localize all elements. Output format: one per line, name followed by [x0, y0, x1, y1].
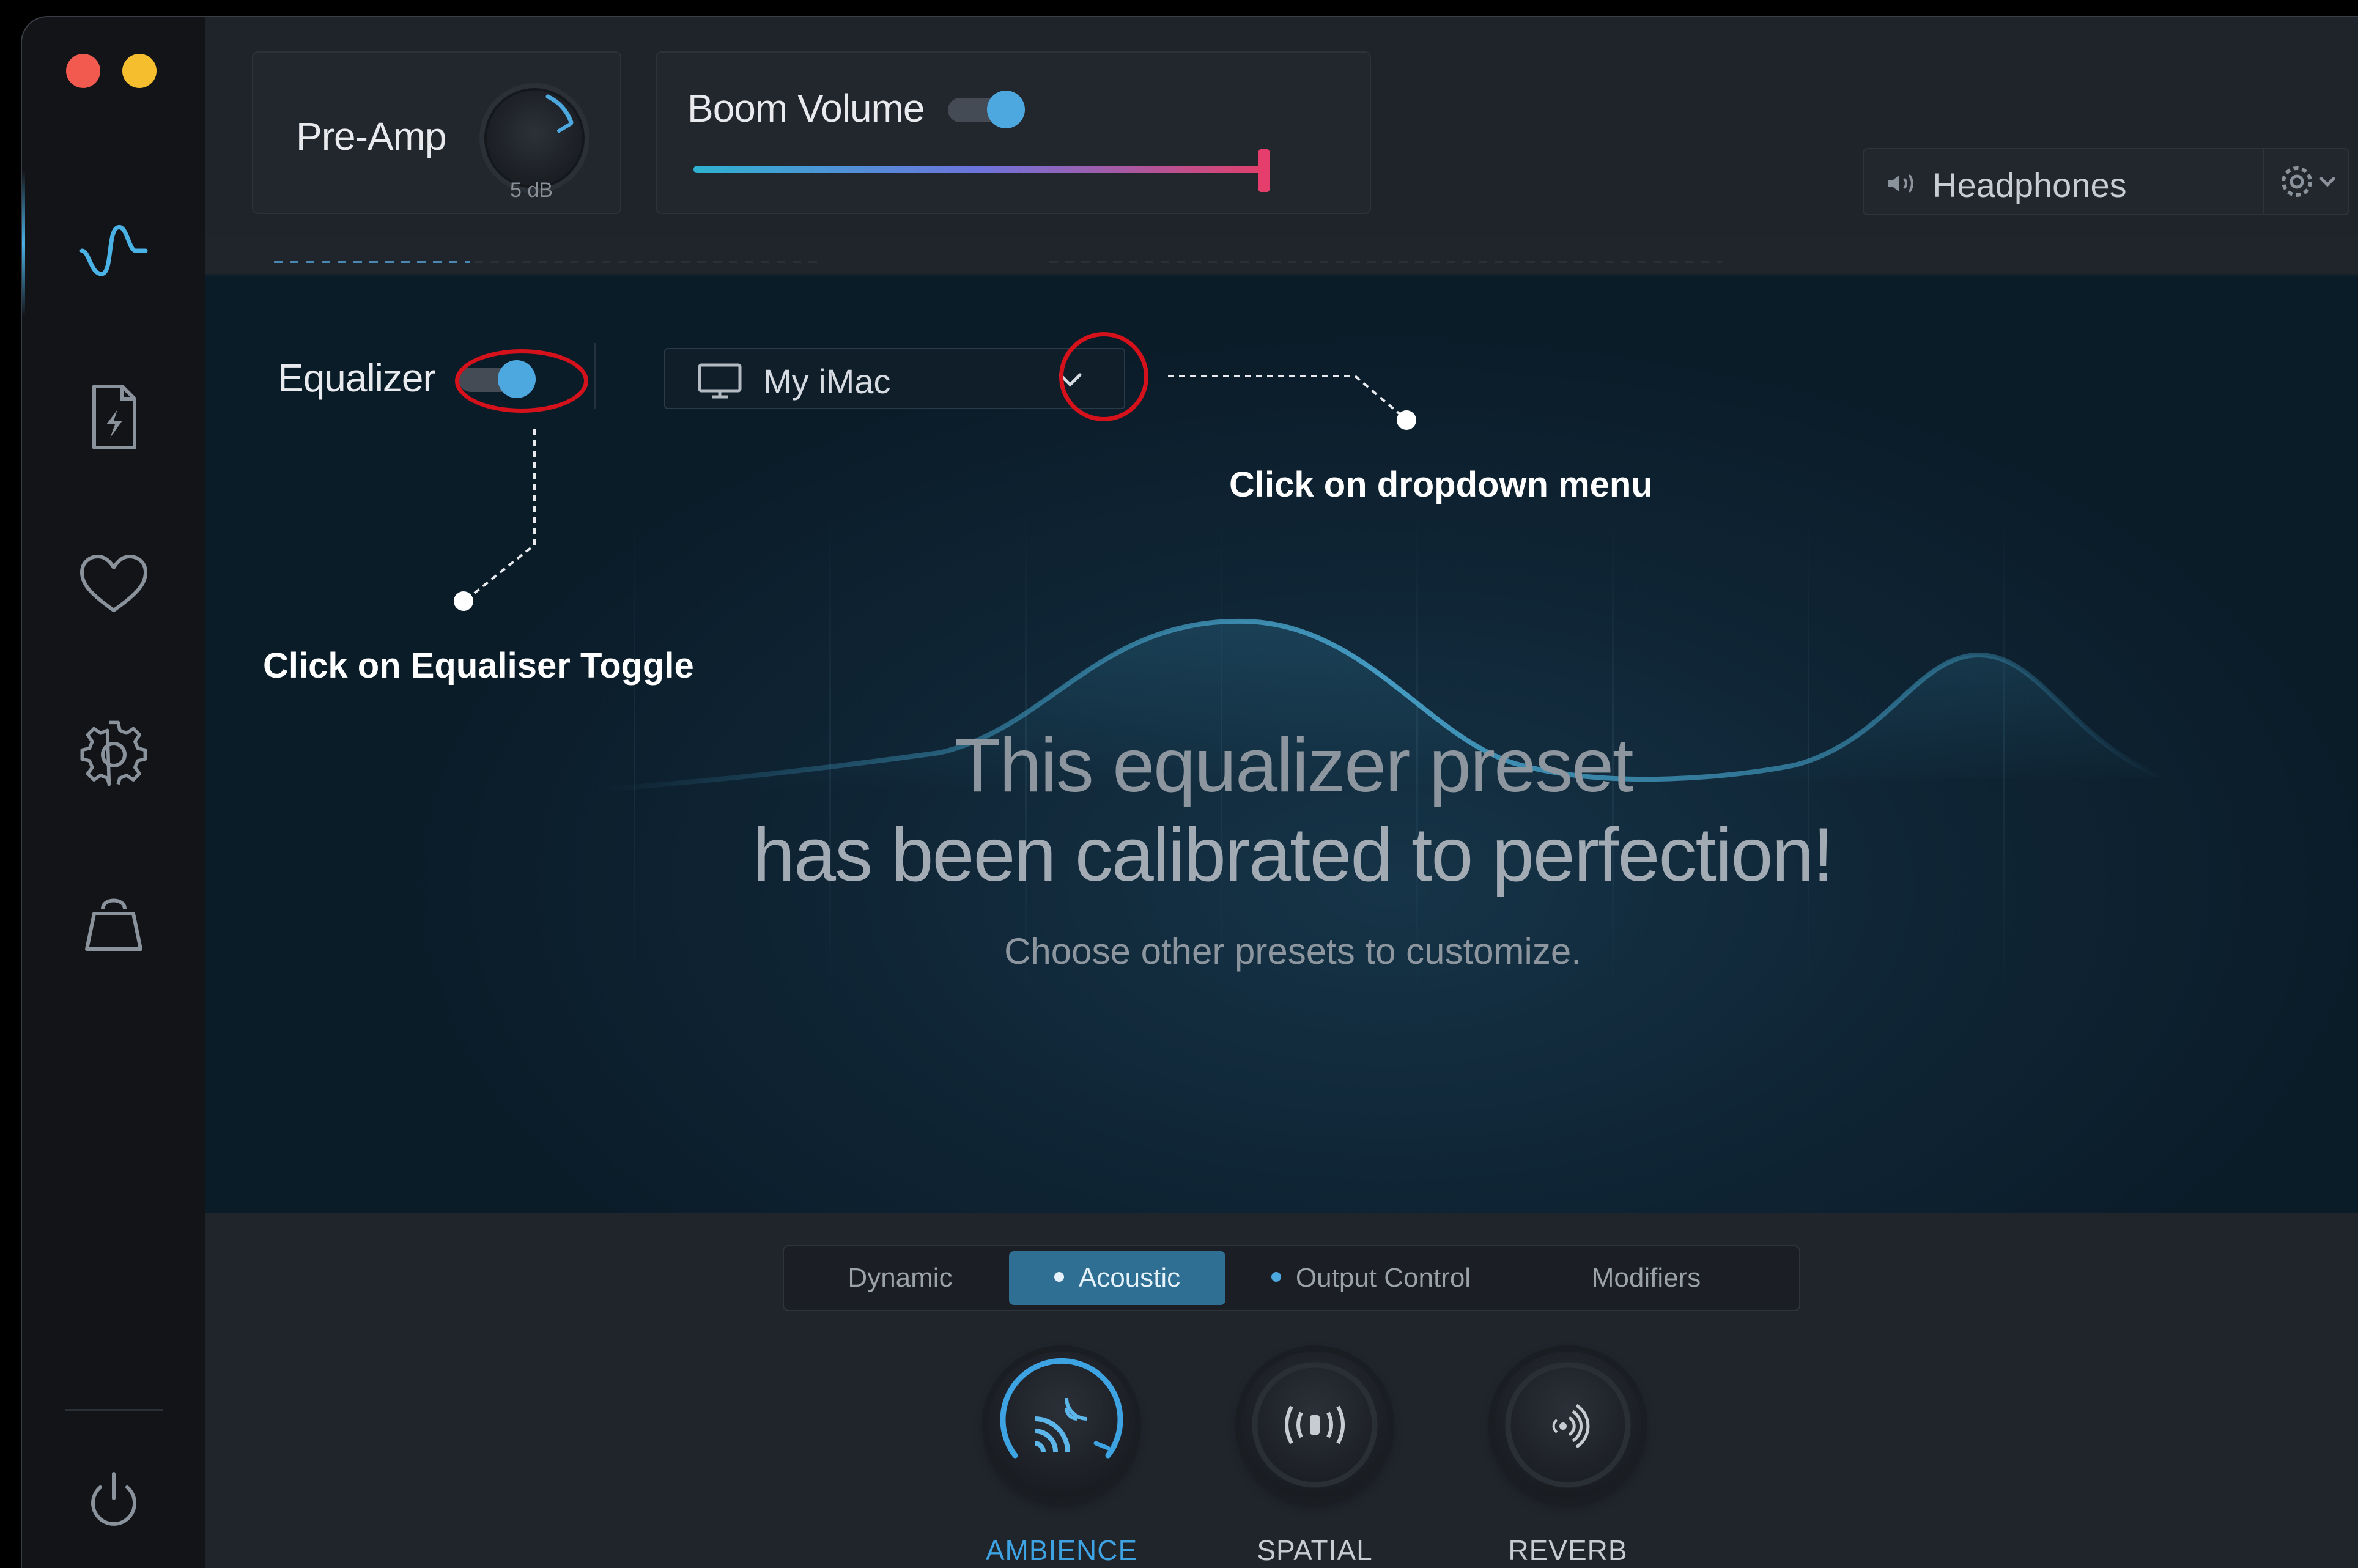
toggle-highlight [455, 349, 588, 413]
tab-indicator-faint [475, 261, 817, 263]
shopping-bag-icon [85, 898, 142, 951]
tab-acoustic[interactable]: Acoustic [1009, 1251, 1225, 1305]
spatial-label: SPATIAL [1257, 1534, 1373, 1566]
preset-message-line2: has been calibrated to perfection! [753, 813, 1834, 897]
monitor-icon [698, 363, 742, 399]
sidebar-item-favorites[interactable] [71, 543, 157, 629]
tab-output-control[interactable]: Output Control [1243, 1251, 1499, 1305]
boom-volume-label: Boom Volume [687, 86, 925, 130]
reverb-icon [1505, 1362, 1631, 1488]
boom-app-window: Pre-Amp 5 dB Boom Volume Headphones Equa… [21, 16, 2358, 1568]
sidebar [22, 17, 205, 1568]
boom-volume-slider[interactable] [693, 166, 1262, 173]
heart-icon [80, 555, 147, 612]
close-window-button[interactable] [66, 54, 100, 88]
power-button[interactable] [71, 1457, 157, 1542]
power-icon [91, 1472, 136, 1526]
tab-label: Acoustic [1078, 1263, 1181, 1293]
reverb-dial[interactable] [1495, 1352, 1641, 1498]
waveform-icon [79, 225, 148, 276]
minimize-window-button[interactable] [122, 54, 157, 88]
file-bolt-icon [92, 385, 136, 449]
effects-panel: Dynamic Acoustic Output Control Modifier… [205, 1213, 2358, 1568]
callout-dropdown-text: Click on dropdown menu [1229, 465, 1653, 505]
sidebar-item-equalizer[interactable] [71, 207, 157, 292]
tab-label: Dynamic [848, 1263, 953, 1293]
preamp-card: Pre-Amp 5 dB [252, 51, 621, 214]
boom-volume-card: Boom Volume [656, 51, 1371, 214]
reverb-label: REVERB [1508, 1534, 1628, 1566]
sidebar-item-apps[interactable] [71, 374, 157, 460]
ambience-label: AMBIENCE [985, 1534, 1138, 1566]
top-bar: Pre-Amp 5 dB Boom Volume Headphones [205, 17, 2358, 263]
preset-dropdown[interactable]: My iMac [664, 348, 1125, 409]
tab-dynamic[interactable]: Dynamic [808, 1251, 992, 1305]
preset-message-sub: Choose other presets to customize. [1004, 931, 1581, 972]
tab-indicator [274, 261, 470, 263]
speaker-icon [1888, 174, 1913, 193]
sidebar-item-store[interactable] [71, 879, 157, 965]
preset-message-line1: This equalizer preset [954, 723, 1634, 808]
gear-icon [80, 720, 147, 786]
boom-volume-toggle[interactable] [948, 91, 1025, 128]
preamp-knob-arc [545, 94, 574, 133]
callout-toggle-text: Click on Equaliser Toggle [263, 646, 694, 686]
equalizer-panel: Equalizer My iMac Click on dropdown menu… [205, 274, 2358, 1213]
tab-indicator-faint [1049, 261, 1722, 263]
separator [594, 343, 596, 409]
preamp-label: Pre-Amp [296, 114, 446, 158]
tab-label: Modifiers [1591, 1263, 1701, 1293]
output-settings-button[interactable] [2263, 149, 2348, 214]
gear-icon [2282, 166, 2335, 197]
tab-modifiers[interactable]: Modifiers [1518, 1251, 1775, 1305]
tab-label: Output Control [1295, 1263, 1471, 1293]
spatial-audio-icon [1252, 1362, 1378, 1488]
output-device-select[interactable]: Headphones [1863, 148, 2349, 215]
dropdown-highlight [1059, 332, 1148, 421]
ambience-dial[interactable] [988, 1352, 1135, 1498]
boom-volume-thumb[interactable] [1258, 149, 1270, 192]
active-indicator [22, 170, 25, 317]
ambience-icon [1000, 1358, 1123, 1459]
spatial-dial[interactable] [1241, 1352, 1388, 1498]
preamp-knob[interactable] [479, 83, 590, 193]
preset-device-label: My iMac [763, 362, 891, 401]
preamp-value: 5 dB [510, 179, 553, 202]
output-device-label: Headphones [1932, 166, 2127, 204]
equalizer-label: Equalizer [278, 356, 436, 400]
sidebar-divider [65, 1409, 163, 1411]
sidebar-item-settings[interactable] [71, 712, 157, 797]
effects-tabs: Dynamic Acoustic Output Control Modifier… [783, 1245, 1800, 1311]
